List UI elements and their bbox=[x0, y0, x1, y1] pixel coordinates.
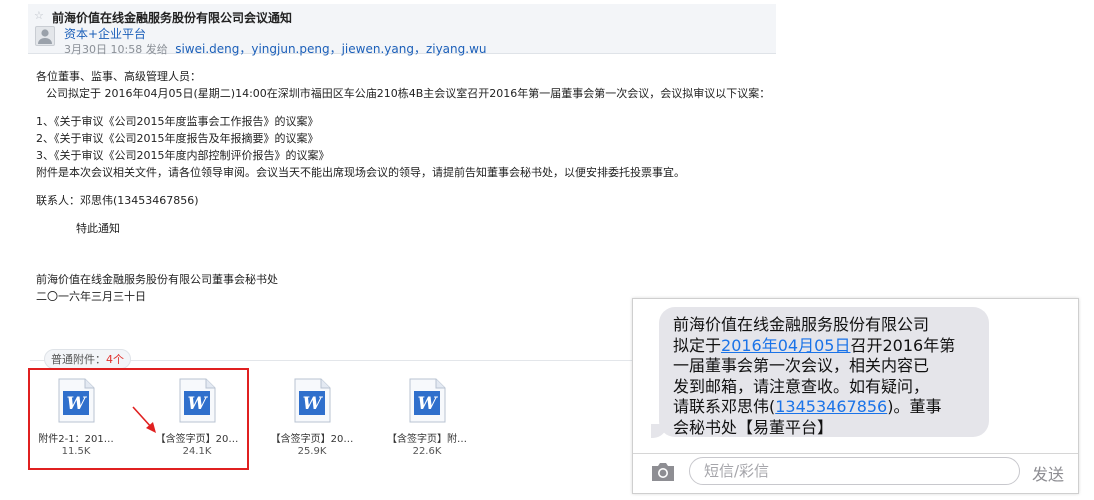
sender-avatar-icon bbox=[35, 26, 55, 46]
attachment-size: 25.9K bbox=[297, 446, 327, 457]
word-doc-icon: W bbox=[407, 378, 447, 424]
word-doc-icon: W bbox=[292, 378, 332, 424]
attachment-name: 【含签字页】20… bbox=[270, 434, 354, 445]
sms-phone-link[interactable]: 13453467856 bbox=[775, 397, 887, 416]
attachment-name: 【含签字页】附… bbox=[387, 434, 467, 445]
meeting-intro: 公司拟定于 2016年04月05日(星期二)14:00在深圳市福田区车公庙210… bbox=[46, 87, 771, 100]
email-body: 各位董事、监事、高级管理人员： 公司拟定于 2016年04月05日(星期二)14… bbox=[36, 68, 786, 305]
signature-org: 前海价值在线金融服务股份有限公司董事会秘书处 bbox=[36, 273, 278, 286]
svg-text:W: W bbox=[302, 394, 323, 414]
sms-divider bbox=[633, 453, 1078, 454]
sms-message-bubble: 前海价值在线金融服务股份有限公司 拟定于2016年04月05日召开2016年第 … bbox=[659, 307, 989, 437]
closing-line: 特此通知 bbox=[76, 222, 120, 235]
agenda-item: 3、《关于审议《公司2015年度内部控制评价报告》的议案》 bbox=[36, 149, 330, 162]
sms-line: 拟定于2016年04月05日召开2016年第 bbox=[673, 335, 956, 355]
camera-icon[interactable] bbox=[649, 461, 677, 483]
attachment-note: 附件是本次会议相关文件，请各位领导审阅。会议当天不能出席现场会议的领导，请提前告… bbox=[36, 166, 685, 179]
send-time: 3月30日 10:58 发给 bbox=[64, 43, 168, 56]
sms-line: 发到邮箱，请注意查收。如有疑问， bbox=[673, 376, 930, 396]
svg-text:W: W bbox=[417, 394, 438, 414]
attachments-label: 普通附件：4个 bbox=[44, 349, 131, 369]
recipient-list[interactable]: siwei.deng，yingjun.peng，jiewen.yang，ziya… bbox=[175, 42, 486, 56]
agenda-item: 2、《关于审议《公司2015年度报告及年报摘要》的议案》 bbox=[36, 132, 319, 145]
send-button[interactable]: 发送 bbox=[1032, 461, 1064, 485]
email-header: ☆ 前海价值在线金融服务股份有限公司会议通知 资本+企业平台 3月30日 10:… bbox=[28, 4, 776, 57]
sms-line: 前海价值在线金融服务股份有限公司 bbox=[673, 315, 930, 334]
sms-line: 会秘书处【易董平台】 bbox=[673, 417, 834, 437]
attachments-count: 4个 bbox=[106, 353, 124, 366]
sms-line: 一届董事会第一次会议，相关内容已 bbox=[673, 356, 930, 375]
attachment-item[interactable]: W 【含签字页】附… 22.6K bbox=[381, 378, 473, 464]
sms-date-link[interactable]: 2016年04月05日 bbox=[721, 336, 850, 355]
send-info: 3月30日 10:58 发给 siwei.deng，yingjun.peng，j… bbox=[64, 40, 487, 57]
red-arrow-icon bbox=[132, 406, 156, 433]
sms-line: 请联系邓思伟(13453467856)。董事 bbox=[673, 397, 942, 416]
attachment-item[interactable]: W 【含签字页】20… 25.9K bbox=[266, 378, 358, 464]
salutation: 各位董事、监事、高级管理人员： bbox=[36, 70, 201, 83]
contact-line: 联系人：邓思伟(13453467856) bbox=[36, 194, 199, 207]
star-icon[interactable]: ☆ bbox=[34, 10, 46, 22]
attachment-size: 22.6K bbox=[412, 446, 442, 457]
email-subject: 前海价值在线金融服务股份有限公司会议通知 bbox=[52, 11, 293, 25]
sms-text-input[interactable]: 短信/彩信 bbox=[689, 457, 1020, 485]
sms-screenshot: 前海价值在线金融服务股份有限公司 拟定于2016年04月05日召开2016年第 … bbox=[632, 298, 1079, 494]
agenda-item: 1、《关于审议《公司2015年度监事会工作报告》的议案》 bbox=[36, 115, 319, 128]
